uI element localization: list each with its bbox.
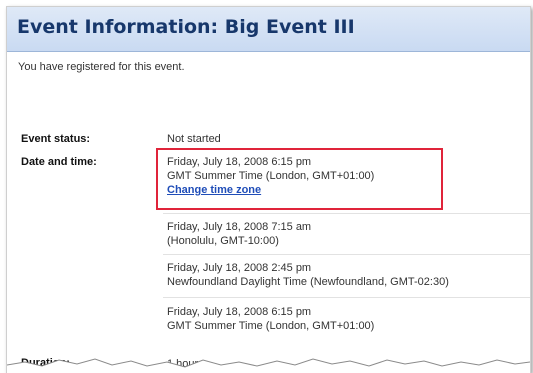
alternate-time-zone: (Honolulu, GMT-10:00)	[167, 235, 279, 247]
change-time-zone-link[interactable]: Change time zone	[167, 184, 261, 196]
alternate-time-zone: Newfoundland Daylight Time (Newfoundland…	[167, 276, 449, 288]
alternate-date: Friday, July 18, 2008 7:15 am	[167, 221, 312, 233]
event-status-label: Event status:	[21, 133, 91, 145]
alternate-date-time-london: Friday, July 18, 2008 6:15 pm GMT Summer…	[167, 305, 374, 333]
alternate-date-time-newfoundland: Friday, July 18, 2008 2:45 pm Newfoundla…	[167, 261, 449, 289]
title-bar: Event Information: Big Event III	[7, 7, 530, 52]
alternate-date: Friday, July 18, 2008 6:15 pm	[167, 306, 312, 318]
primary-date: Friday, July 18, 2008 6:15 pm	[167, 156, 312, 168]
divider	[163, 297, 530, 298]
event-info-panel: Event Information: Big Event III You hav…	[6, 6, 531, 373]
divider	[163, 213, 530, 214]
alternate-time-zone: GMT Summer Time (London, GMT+01:00)	[167, 320, 375, 332]
page-title: Event Information: Big Event III	[17, 16, 355, 38]
registration-notice: You have registered for this event.	[18, 61, 185, 73]
event-status-value: Not started	[167, 133, 221, 145]
primary-date-time: Friday, July 18, 2008 6:15 pm GMT Summer…	[167, 155, 374, 197]
primary-time-zone: GMT Summer Time (London, GMT+01:00)	[167, 170, 375, 182]
alternate-date: Friday, July 18, 2008 2:45 pm	[167, 262, 312, 274]
date-time-label: Date and time:	[21, 156, 97, 168]
alternate-date-time-honolulu: Friday, July 18, 2008 7:15 am (Honolulu,…	[167, 220, 311, 248]
divider	[163, 254, 530, 255]
torn-edge	[7, 358, 530, 373]
